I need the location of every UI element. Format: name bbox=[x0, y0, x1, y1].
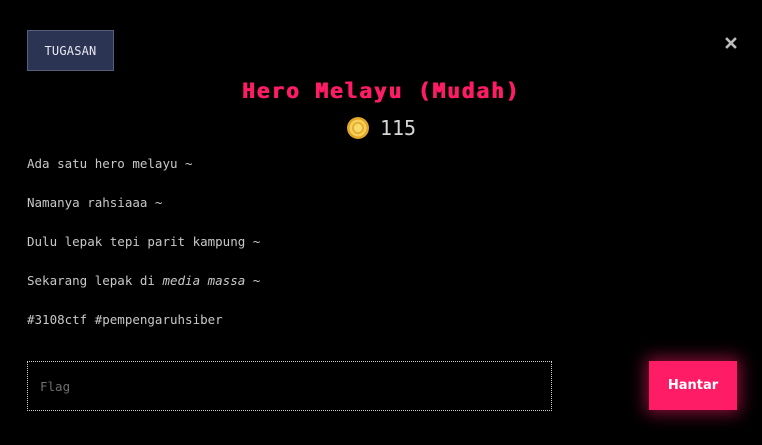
submit-button[interactable]: Hantar bbox=[649, 361, 737, 410]
close-button[interactable] bbox=[722, 34, 740, 52]
challenge-description: Ada satu hero melayu ~ Namanya rahsiaaa … bbox=[27, 154, 627, 349]
description-line: Dulu lepak tepi parit kampung ~ bbox=[27, 234, 261, 249]
challenge-points: 115 bbox=[0, 116, 762, 140]
challenge-modal: TUGASAN Hero Melayu (Mudah) 115 Ada satu… bbox=[0, 0, 762, 445]
description-hashtags: #3108ctf #pempengaruhsiber bbox=[27, 312, 223, 327]
tugasan-tab-button[interactable]: TUGASAN bbox=[27, 30, 114, 71]
flag-input[interactable] bbox=[27, 361, 552, 411]
points-value: 115 bbox=[379, 116, 417, 140]
tugasan-tab-label: TUGASAN bbox=[44, 43, 97, 58]
coin-icon bbox=[346, 117, 369, 139]
description-text: Sekarang lepak di bbox=[27, 273, 163, 288]
description-line: Ada satu hero melayu ~ bbox=[27, 156, 193, 171]
description-text: ~ bbox=[245, 273, 261, 288]
description-line: Sekarang lepak di media massa ~ bbox=[27, 271, 627, 310]
challenge-title: Hero Melayu (Mudah) bbox=[241, 79, 521, 103]
description-line: Namanya rahsiaaa ~ bbox=[27, 195, 163, 210]
description-emphasis: media massa bbox=[162, 273, 246, 288]
close-icon bbox=[725, 37, 737, 49]
